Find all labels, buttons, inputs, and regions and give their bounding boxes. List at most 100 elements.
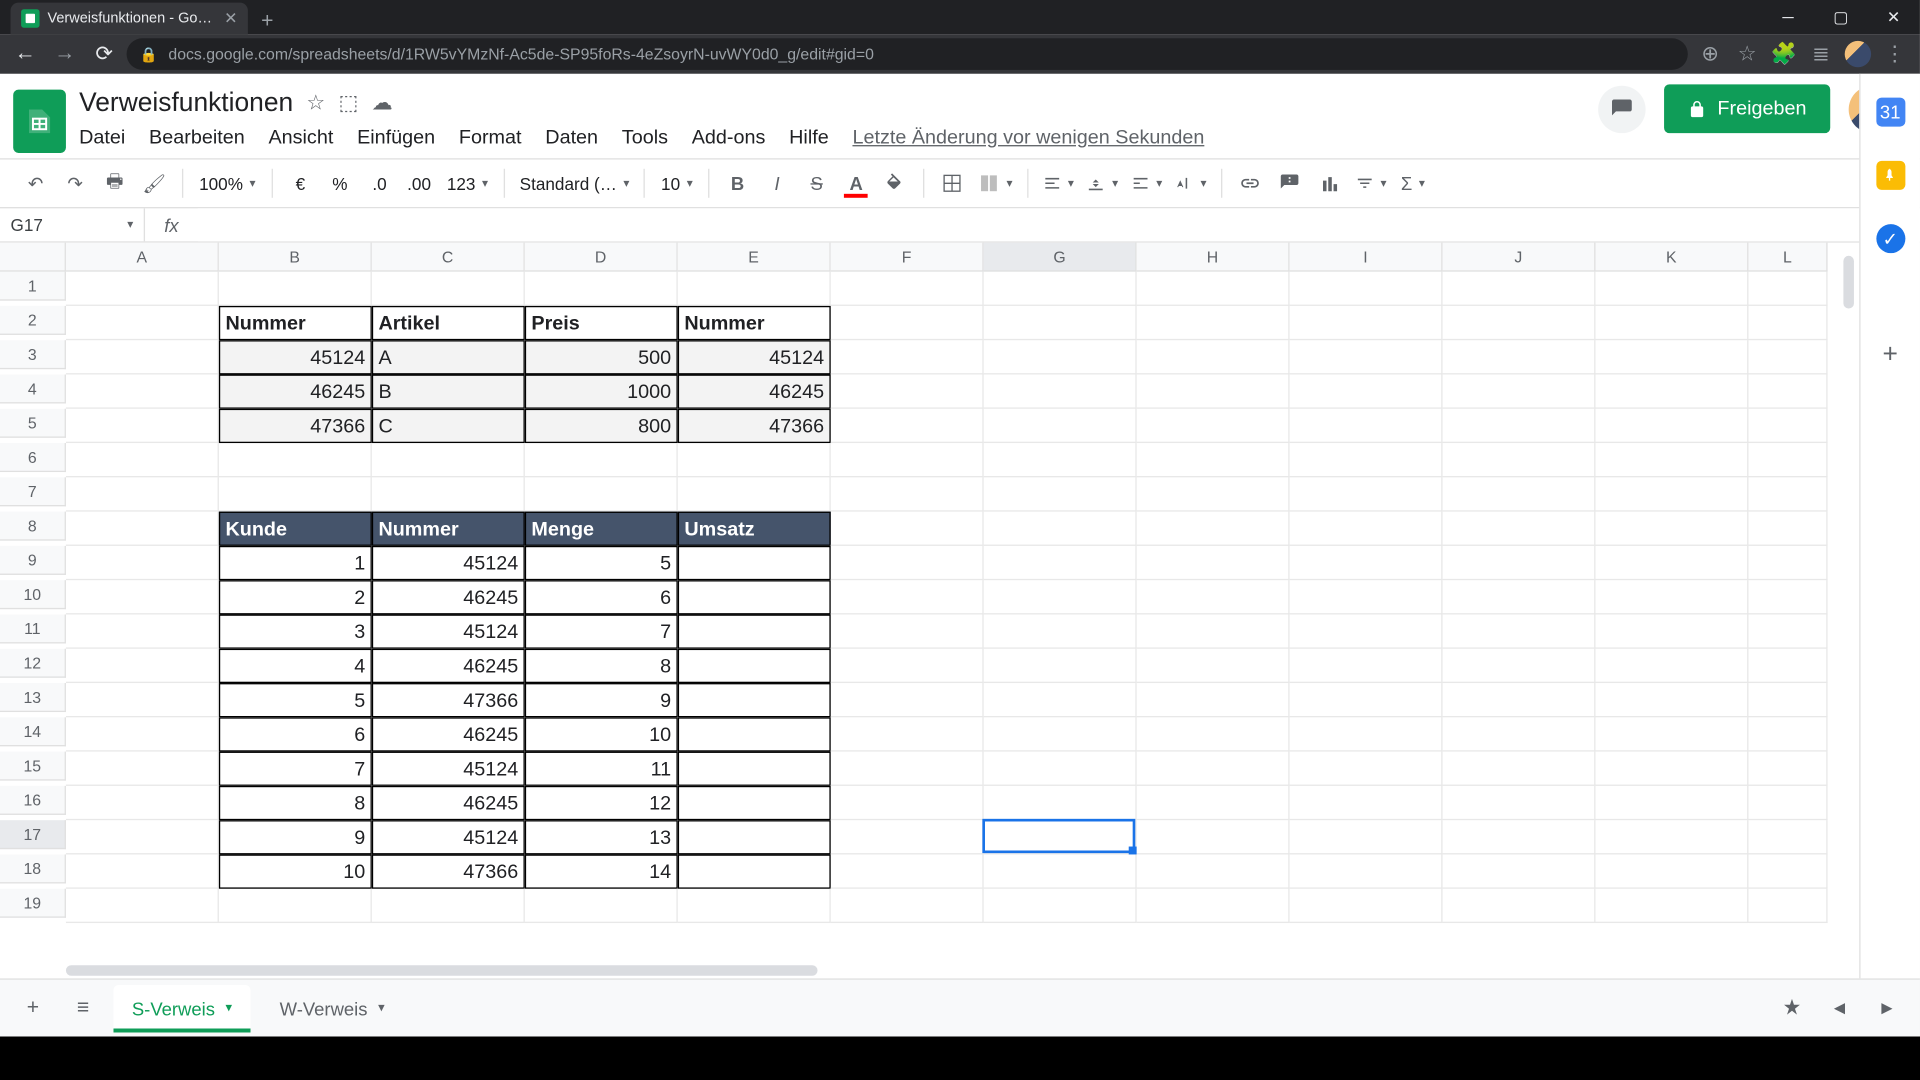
- cell-H8[interactable]: [1137, 512, 1290, 546]
- cell-C14[interactable]: 46245: [372, 717, 525, 751]
- cell-G1[interactable]: [984, 272, 1137, 306]
- cell-F6[interactable]: [831, 443, 984, 477]
- cell-K15[interactable]: [1596, 752, 1749, 786]
- cell-C19[interactable]: [372, 889, 525, 923]
- cell-H7[interactable]: [1137, 477, 1290, 511]
- menu-bearbeiten[interactable]: Bearbeiten: [149, 127, 245, 149]
- cell-G6[interactable]: [984, 443, 1137, 477]
- cell-H11[interactable]: [1137, 614, 1290, 648]
- cell-E15[interactable]: [678, 752, 831, 786]
- cell-L7[interactable]: [1748, 477, 1827, 511]
- col-header-J[interactable]: J: [1443, 243, 1596, 272]
- menu-format[interactable]: Format: [459, 127, 522, 149]
- cell-A2[interactable]: [66, 306, 219, 340]
- bold-button[interactable]: B: [720, 166, 754, 200]
- cell-F2[interactable]: [831, 306, 984, 340]
- cell-B4[interactable]: 46245: [219, 374, 372, 408]
- cell-L12[interactable]: [1748, 649, 1827, 683]
- cell-F5[interactable]: [831, 409, 984, 443]
- cell-K4[interactable]: [1596, 374, 1749, 408]
- cell-D14[interactable]: 10: [525, 717, 678, 751]
- cell-L5[interactable]: [1748, 409, 1827, 443]
- cell-J9[interactable]: [1443, 546, 1596, 580]
- cell-F19[interactable]: [831, 889, 984, 923]
- col-header-K[interactable]: K: [1596, 243, 1749, 272]
- cell-E3[interactable]: 45124: [678, 340, 831, 374]
- cell-D17[interactable]: 13: [525, 820, 678, 854]
- cell-J5[interactable]: [1443, 409, 1596, 443]
- cell-C1[interactable]: [372, 272, 525, 306]
- cell-D6[interactable]: [525, 443, 678, 477]
- cell-E7[interactable]: [678, 477, 831, 511]
- cell-A10[interactable]: [66, 580, 219, 614]
- menu-tools[interactable]: Tools: [622, 127, 668, 149]
- cell-I6[interactable]: [1290, 443, 1443, 477]
- cell-K5[interactable]: [1596, 409, 1749, 443]
- document-title[interactable]: Verweisfunktionen: [79, 88, 293, 118]
- cell-K19[interactable]: [1596, 889, 1749, 923]
- cell-L10[interactable]: [1748, 580, 1827, 614]
- number-format-select[interactable]: 123: [442, 166, 494, 200]
- select-all-corner[interactable]: [0, 243, 66, 272]
- cell-L4[interactable]: [1748, 374, 1827, 408]
- col-header-C[interactable]: C: [372, 243, 525, 272]
- cell-I7[interactable]: [1290, 477, 1443, 511]
- star-icon[interactable]: ☆: [306, 90, 325, 116]
- cell-K3[interactable]: [1596, 340, 1749, 374]
- row-header-8[interactable]: 8: [0, 512, 66, 541]
- row-header-2[interactable]: 2: [0, 306, 66, 335]
- font-size-select[interactable]: 10: [656, 166, 698, 200]
- cell-B18[interactable]: 10: [219, 854, 372, 888]
- cell-B5[interactable]: 47366: [219, 409, 372, 443]
- cell-I19[interactable]: [1290, 889, 1443, 923]
- cell-G4[interactable]: [984, 374, 1137, 408]
- cell-B19[interactable]: [219, 889, 372, 923]
- fill-color-button[interactable]: [879, 166, 913, 200]
- cell-G9[interactable]: [984, 546, 1137, 580]
- cell-C7[interactable]: [372, 477, 525, 511]
- cell-L15[interactable]: [1748, 752, 1827, 786]
- cell-I18[interactable]: [1290, 854, 1443, 888]
- sheet-tab-s-verweis[interactable]: S-Verweis▾: [113, 984, 250, 1031]
- cell-E1[interactable]: [678, 272, 831, 306]
- cell-K6[interactable]: [1596, 443, 1749, 477]
- cell-I13[interactable]: [1290, 683, 1443, 717]
- cell-A16[interactable]: [66, 786, 219, 820]
- cell-K14[interactable]: [1596, 717, 1749, 751]
- cell-A1[interactable]: [66, 272, 219, 306]
- profile-avatar[interactable]: [1841, 37, 1875, 71]
- cell-J19[interactable]: [1443, 889, 1596, 923]
- cell-G7[interactable]: [984, 477, 1137, 511]
- cell-D16[interactable]: 12: [525, 786, 678, 820]
- cell-J10[interactable]: [1443, 580, 1596, 614]
- cell-G19[interactable]: [984, 889, 1137, 923]
- cell-J8[interactable]: [1443, 512, 1596, 546]
- row-header-7[interactable]: 7: [0, 477, 66, 506]
- cell-B9[interactable]: 1: [219, 546, 372, 580]
- cell-G14[interactable]: [984, 717, 1137, 751]
- cell-G18[interactable]: [984, 854, 1137, 888]
- window-close-button[interactable]: ✕: [1867, 0, 1920, 34]
- cell-B1[interactable]: [219, 272, 372, 306]
- cell-J15[interactable]: [1443, 752, 1596, 786]
- cell-E11[interactable]: [678, 614, 831, 648]
- menu-datei[interactable]: Datei: [79, 127, 125, 149]
- cell-D19[interactable]: [525, 889, 678, 923]
- v-align-button[interactable]: [1083, 166, 1122, 200]
- menu-daten[interactable]: Daten: [545, 127, 598, 149]
- cell-A7[interactable]: [66, 477, 219, 511]
- cell-D2[interactable]: Preis: [525, 306, 678, 340]
- text-color-button[interactable]: A: [839, 166, 873, 200]
- cell-L3[interactable]: [1748, 340, 1827, 374]
- cell-F17[interactable]: [831, 820, 984, 854]
- text-rotation-button[interactable]: [1172, 166, 1211, 200]
- text-wrap-button[interactable]: [1127, 166, 1166, 200]
- cell-F11[interactable]: [831, 614, 984, 648]
- cell-H17[interactable]: [1137, 820, 1290, 854]
- cell-B8[interactable]: Kunde: [219, 512, 372, 546]
- functions-button[interactable]: Σ: [1396, 166, 1430, 200]
- sheets-logo-icon[interactable]: [13, 90, 66, 153]
- row-header-12[interactable]: 12: [0, 649, 66, 678]
- cell-B12[interactable]: 4: [219, 649, 372, 683]
- cell-J7[interactable]: [1443, 477, 1596, 511]
